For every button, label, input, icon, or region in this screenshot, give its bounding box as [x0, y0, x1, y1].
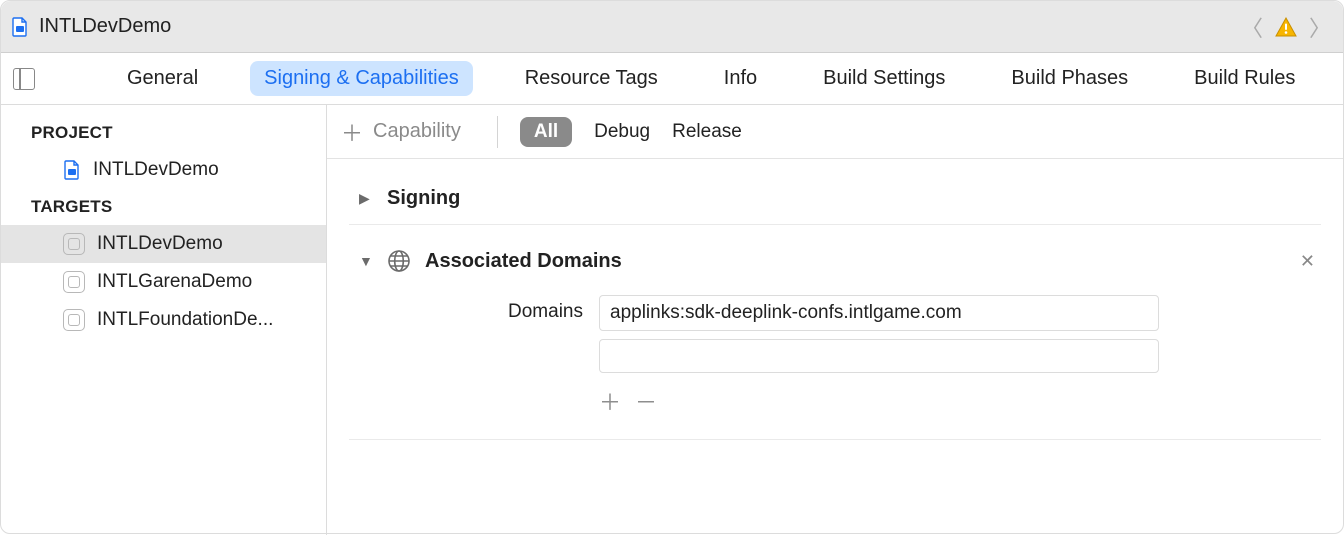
- section-signing-title: Signing: [387, 187, 460, 210]
- tab-info[interactable]: Info: [710, 61, 771, 96]
- app-target-icon: [63, 271, 85, 293]
- sidebar-target-label: INTLGarenaDemo: [97, 271, 252, 293]
- globe-icon: [387, 249, 411, 273]
- domain-entry[interactable]: applinks:sdk-deeplink-confs.intlgame.com: [599, 295, 1159, 331]
- domains-field-label: Domains: [469, 295, 599, 417]
- nav-forward-chevron-icon[interactable]: 〉: [1307, 11, 1333, 43]
- sidebar-target-label: INTLDevDemo: [97, 233, 223, 255]
- domains-list: applinks:sdk-deeplink-confs.intlgame.com…: [599, 295, 1159, 417]
- app-target-icon: [63, 233, 85, 255]
- tab-build-settings[interactable]: Build Settings: [809, 61, 959, 96]
- domain-entry-empty[interactable]: [599, 339, 1159, 373]
- sidebar-toggle-icon[interactable]: [13, 68, 35, 90]
- section-associated-domains-title: Associated Domains: [425, 250, 622, 273]
- tab-build-phases[interactable]: Build Phases: [997, 61, 1142, 96]
- section-associated-domains: ▼ Associated Domains ✕ Domai: [349, 225, 1321, 440]
- remove-domain-button[interactable]: －: [635, 385, 657, 417]
- tab-signing-capabilities[interactable]: Signing & Capabilities: [250, 61, 473, 96]
- section-signing: ▶ Signing: [349, 173, 1321, 225]
- sidebar-target-label: INTLFoundationDe...: [97, 309, 273, 331]
- sidebar-header-targets: TARGETS: [1, 189, 326, 225]
- section-signing-header[interactable]: ▶ Signing: [349, 173, 1321, 224]
- warning-icon[interactable]: [1275, 17, 1297, 37]
- config-segment-release[interactable]: Release: [672, 121, 742, 143]
- sidebar-target-row[interactable]: INTLFoundationDe...: [1, 301, 326, 339]
- sidebar-project-row[interactable]: INTLDevDemo: [1, 151, 326, 189]
- config-segment-debug[interactable]: Debug: [594, 121, 650, 143]
- sidebar-project-name: INTLDevDemo: [93, 159, 219, 181]
- add-capability-button[interactable]: ＋ Capability: [341, 116, 475, 148]
- disclosure-down-icon: ▼: [359, 253, 373, 269]
- tab-general[interactable]: General: [113, 61, 212, 96]
- tab-resource-tags[interactable]: Resource Tags: [511, 61, 672, 96]
- add-domain-button[interactable]: ＋: [599, 385, 621, 417]
- tab-build-rules[interactable]: Build Rules: [1180, 61, 1309, 96]
- remove-capability-button[interactable]: ✕: [1300, 251, 1321, 272]
- project-title: INTLDevDemo: [39, 15, 171, 38]
- app-target-icon: [63, 309, 85, 331]
- disclosure-right-icon: ▶: [359, 190, 373, 207]
- titlebar: INTLDevDemo 〈 〉: [1, 1, 1343, 53]
- add-capability-label: Capability: [373, 120, 461, 143]
- tabbar: General Signing & Capabilities Resource …: [1, 53, 1343, 105]
- sidebar-target-row[interactable]: INTLGarenaDemo: [1, 263, 326, 301]
- divider: [497, 116, 498, 148]
- sidebar-target-row[interactable]: INTLDevDemo: [1, 225, 326, 263]
- nav-back-chevron-icon[interactable]: 〈: [1239, 11, 1265, 43]
- capability-toolbar: ＋ Capability All Debug Release: [327, 105, 1343, 159]
- project-file-icon: [63, 160, 81, 180]
- sidebar-header-project: PROJECT: [1, 115, 326, 151]
- project-file-icon: [11, 17, 29, 37]
- section-associated-domains-header[interactable]: ▼ Associated Domains ✕: [349, 225, 1321, 287]
- plus-icon: ＋: [341, 116, 363, 148]
- project-navigator-sidebar: PROJECT INTLDevDemo TARGETS INTLDevDemo …: [1, 105, 327, 535]
- config-segment-all[interactable]: All: [520, 117, 572, 147]
